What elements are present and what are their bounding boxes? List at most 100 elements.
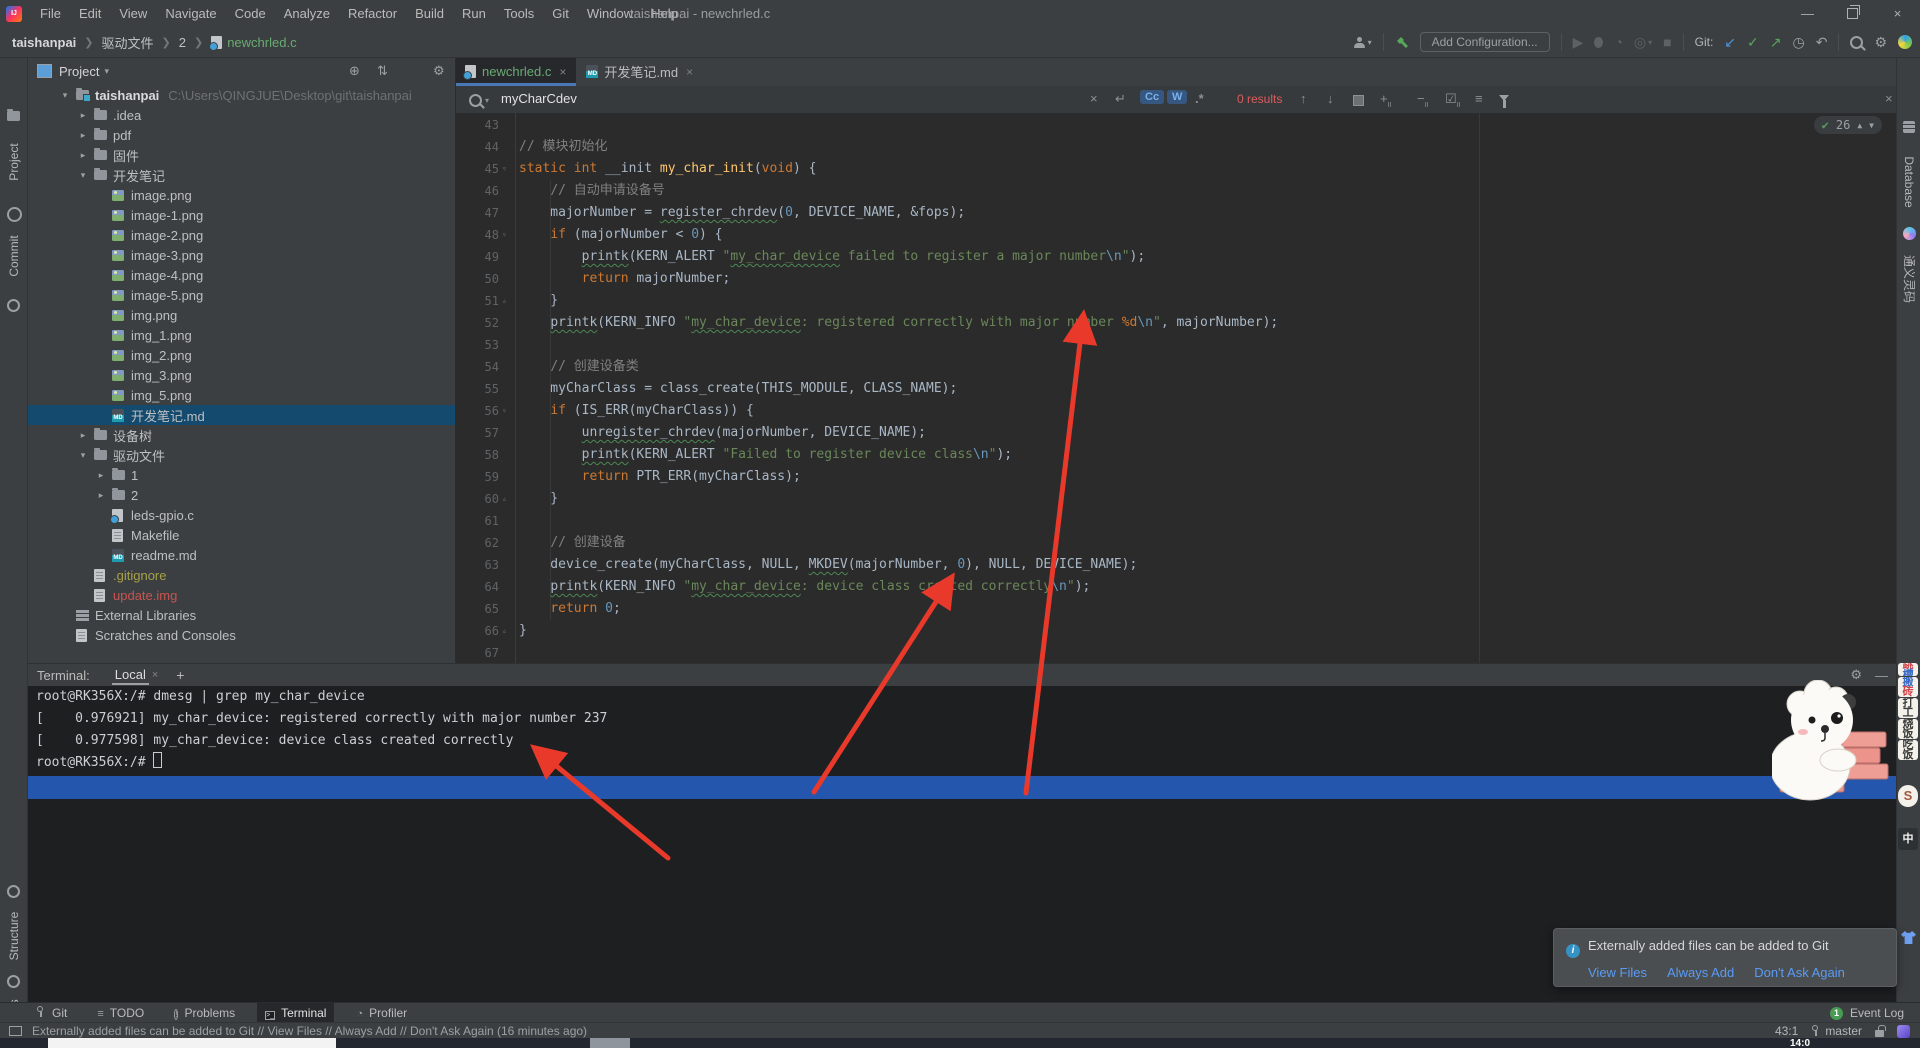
search-filter-icon[interactable] xyxy=(1499,95,1509,101)
menu-navigate[interactable]: Navigate xyxy=(156,0,225,27)
code-editor[interactable]: 4344// 模块初始化45▿static int __init my_char… xyxy=(455,113,1896,663)
tree-item-update.img[interactable]: update.img xyxy=(27,585,455,605)
unlocked-icon[interactable] xyxy=(1875,1030,1884,1037)
breadcrumb-item[interactable]: 驱动文件 xyxy=(102,33,154,52)
run-configuration-select[interactable]: Add Configuration... xyxy=(1420,32,1550,52)
breadcrumb-item[interactable]: 2 xyxy=(179,35,186,50)
tree-item-img_1.png[interactable]: img_1.png xyxy=(27,325,455,345)
tree-item-.gitignore[interactable]: .gitignore xyxy=(27,565,455,585)
tree-item-Makefile[interactable]: Makefile xyxy=(27,525,455,545)
code-line-64[interactable]: 64 printk(KERN_INFO "my_char_device: dev… xyxy=(455,576,1896,598)
code-line-47[interactable]: 47 majorNumber = register_chrdev(0, DEVI… xyxy=(455,202,1896,224)
fold-marker-icon[interactable]: ▿ xyxy=(502,400,507,422)
menu-view[interactable]: View xyxy=(110,0,156,27)
code-line-43[interactable]: 43 xyxy=(455,114,1896,136)
code-line-53[interactable]: 53 xyxy=(455,334,1896,356)
code-line-48[interactable]: 48▿ if (majorNumber < 0) { xyxy=(455,224,1896,246)
find-clear-icon[interactable]: × xyxy=(1090,91,1098,106)
menu-file[interactable]: File xyxy=(31,0,70,27)
add-occurrence-button[interactable]: + xyxy=(1380,91,1391,109)
fold-marker-icon[interactable]: ▵ xyxy=(502,620,507,642)
menu-refactor[interactable]: Refactor xyxy=(339,0,406,27)
code-line-55[interactable]: 55 myCharClass = class_create(THIS_MODUL… xyxy=(455,378,1896,400)
menu-tools[interactable]: Tools xyxy=(495,0,543,27)
git-branch-widget[interactable]: master xyxy=(1811,1024,1862,1038)
tree-item-External Libraries[interactable]: External Libraries xyxy=(27,605,455,625)
code-line-63[interactable]: 63 device_create(myCharClass, NULL, MKDE… xyxy=(455,554,1896,576)
stop-button[interactable]: ■ xyxy=(1663,34,1671,50)
tree-item-image-1.png[interactable]: image-1.png xyxy=(27,205,455,225)
close-tab-icon[interactable]: × xyxy=(559,65,566,79)
tree-item-img_2.png[interactable]: img_2.png xyxy=(27,345,455,365)
code-line-51[interactable]: 51▵ } xyxy=(455,290,1896,312)
event-log-button[interactable]: 1 Event Log xyxy=(1830,1006,1904,1020)
chevron-right-icon[interactable]: ▸ xyxy=(77,110,89,121)
fold-marker-icon[interactable]: ▵ xyxy=(502,290,507,312)
match-case-toggle[interactable]: Cc xyxy=(1140,90,1164,104)
code-line-46[interactable]: 46 // 自动申请设备号 xyxy=(455,180,1896,202)
fold-marker-icon[interactable]: ▿ xyxy=(502,158,507,180)
search-everywhere-button[interactable] xyxy=(1850,36,1863,49)
menu-code[interactable]: Code xyxy=(226,0,275,27)
tree-item-image-4.png[interactable]: image-4.png xyxy=(27,265,455,285)
git-commit-button[interactable]: ✓ xyxy=(1747,34,1759,51)
bottom-tab-profiler[interactable]: ◔Profiler xyxy=(348,1003,415,1023)
code-line-58[interactable]: 58 printk(KERN_ALERT "Failed to register… xyxy=(455,444,1896,466)
select-occurrences-button[interactable]: ☑ xyxy=(1445,91,1461,109)
regex-toggle[interactable]: .* xyxy=(1195,91,1204,106)
chevron-right-icon[interactable]: ▸ xyxy=(77,150,89,161)
close-find-bar-button[interactable]: × xyxy=(1885,91,1893,106)
project-view-dropdown-icon[interactable]: ▾ xyxy=(104,66,109,77)
debug-button[interactable] xyxy=(1594,37,1603,48)
settings-button[interactable]: ⚙ xyxy=(1874,34,1887,51)
tree-item-img_5.png[interactable]: img_5.png xyxy=(27,385,455,405)
code-line-54[interactable]: 54 // 创建设备类 xyxy=(455,356,1896,378)
minimize-button[interactable]: — xyxy=(1785,0,1830,27)
build-button[interactable] xyxy=(1395,35,1409,49)
code-line-61[interactable]: 61 xyxy=(455,510,1896,532)
menu-analyze[interactable]: Analyze xyxy=(275,0,339,27)
remove-occurrence-button[interactable]: − xyxy=(1417,91,1428,109)
tree-item-image-2.png[interactable]: image-2.png xyxy=(27,225,455,245)
terminal-tab-close-icon[interactable]: × xyxy=(152,669,158,681)
editor-tab-开发笔记.md[interactable]: 开发笔记.md× xyxy=(576,57,703,86)
tree-item-2[interactable]: ▸2 xyxy=(27,485,455,505)
close-button[interactable]: × xyxy=(1875,0,1920,27)
ide-plugin-icon[interactable] xyxy=(1898,35,1912,49)
tree-item-设备树[interactable]: ▸设备树 xyxy=(27,425,455,445)
profiler-button[interactable]: ◔ xyxy=(1614,34,1622,50)
tree-item-驱动文件[interactable]: ▾驱动文件 xyxy=(27,445,455,465)
chevron-down-icon[interactable]: ▾ xyxy=(77,450,89,461)
tool-window-tab-project[interactable]: Project xyxy=(7,127,21,197)
fold-marker-icon[interactable]: ▿ xyxy=(502,224,507,246)
tree-item-Scratches and Consoles[interactable]: Scratches and Consoles xyxy=(27,625,455,645)
tool-window-tab-commit[interactable]: Commit xyxy=(7,221,21,291)
locate-file-button[interactable]: ⊕ xyxy=(349,63,360,79)
tree-item-1[interactable]: ▸1 xyxy=(27,465,455,485)
code-line-45[interactable]: 45▿static int __init my_char_init(void) … xyxy=(455,158,1896,180)
chevron-right-icon[interactable]: ▸ xyxy=(77,130,89,141)
tree-item-image-5.png[interactable]: image-5.png xyxy=(27,285,455,305)
code-line-62[interactable]: 62 // 创建设备 xyxy=(455,532,1896,554)
fold-marker-icon[interactable]: ▵ xyxy=(502,488,507,510)
tree-item-taishanpai[interactable]: ▾taishanpaiC:\Users\QINGJUE\Desktop\git\… xyxy=(27,85,455,105)
code-line-65[interactable]: 65 return 0; xyxy=(455,598,1896,620)
code-line-56[interactable]: 56▿ if (IS_ERR(myCharClass)) { xyxy=(455,400,1896,422)
code-line-52[interactable]: 52 printk(KERN_INFO "my_char_device: reg… xyxy=(455,312,1896,334)
coverage-button[interactable]: ◎▾ xyxy=(1634,34,1652,51)
rollback-button[interactable]: ↶ xyxy=(1816,34,1828,51)
close-tab-icon[interactable]: × xyxy=(686,65,693,79)
user-profile-button[interactable]: ▾ xyxy=(1354,37,1372,48)
editor-tab-newchrled.c[interactable]: newchrled.c× xyxy=(455,57,576,86)
tree-item-img_3.png[interactable]: img_3.png xyxy=(27,365,455,385)
bottom-tab-terminal[interactable]: >_Terminal xyxy=(257,1003,334,1023)
breadcrumb-item[interactable]: taishanpai xyxy=(12,35,76,50)
chevron-down-icon[interactable]: ▾ xyxy=(77,170,89,181)
notification-action-view-files[interactable]: View Files xyxy=(1588,965,1647,980)
code-line-49[interactable]: 49 printk(KERN_ALERT "my_char_device fai… xyxy=(455,246,1896,268)
find-newline-icon[interactable]: ↵ xyxy=(1115,91,1126,107)
prev-problem-icon[interactable]: ▲ xyxy=(1857,121,1862,130)
find-prev-button[interactable]: ↑ xyxy=(1300,91,1307,106)
tree-item-开发笔记.md[interactable]: 开发笔记.md xyxy=(27,405,455,425)
next-problem-icon[interactable]: ▼ xyxy=(1869,121,1874,130)
